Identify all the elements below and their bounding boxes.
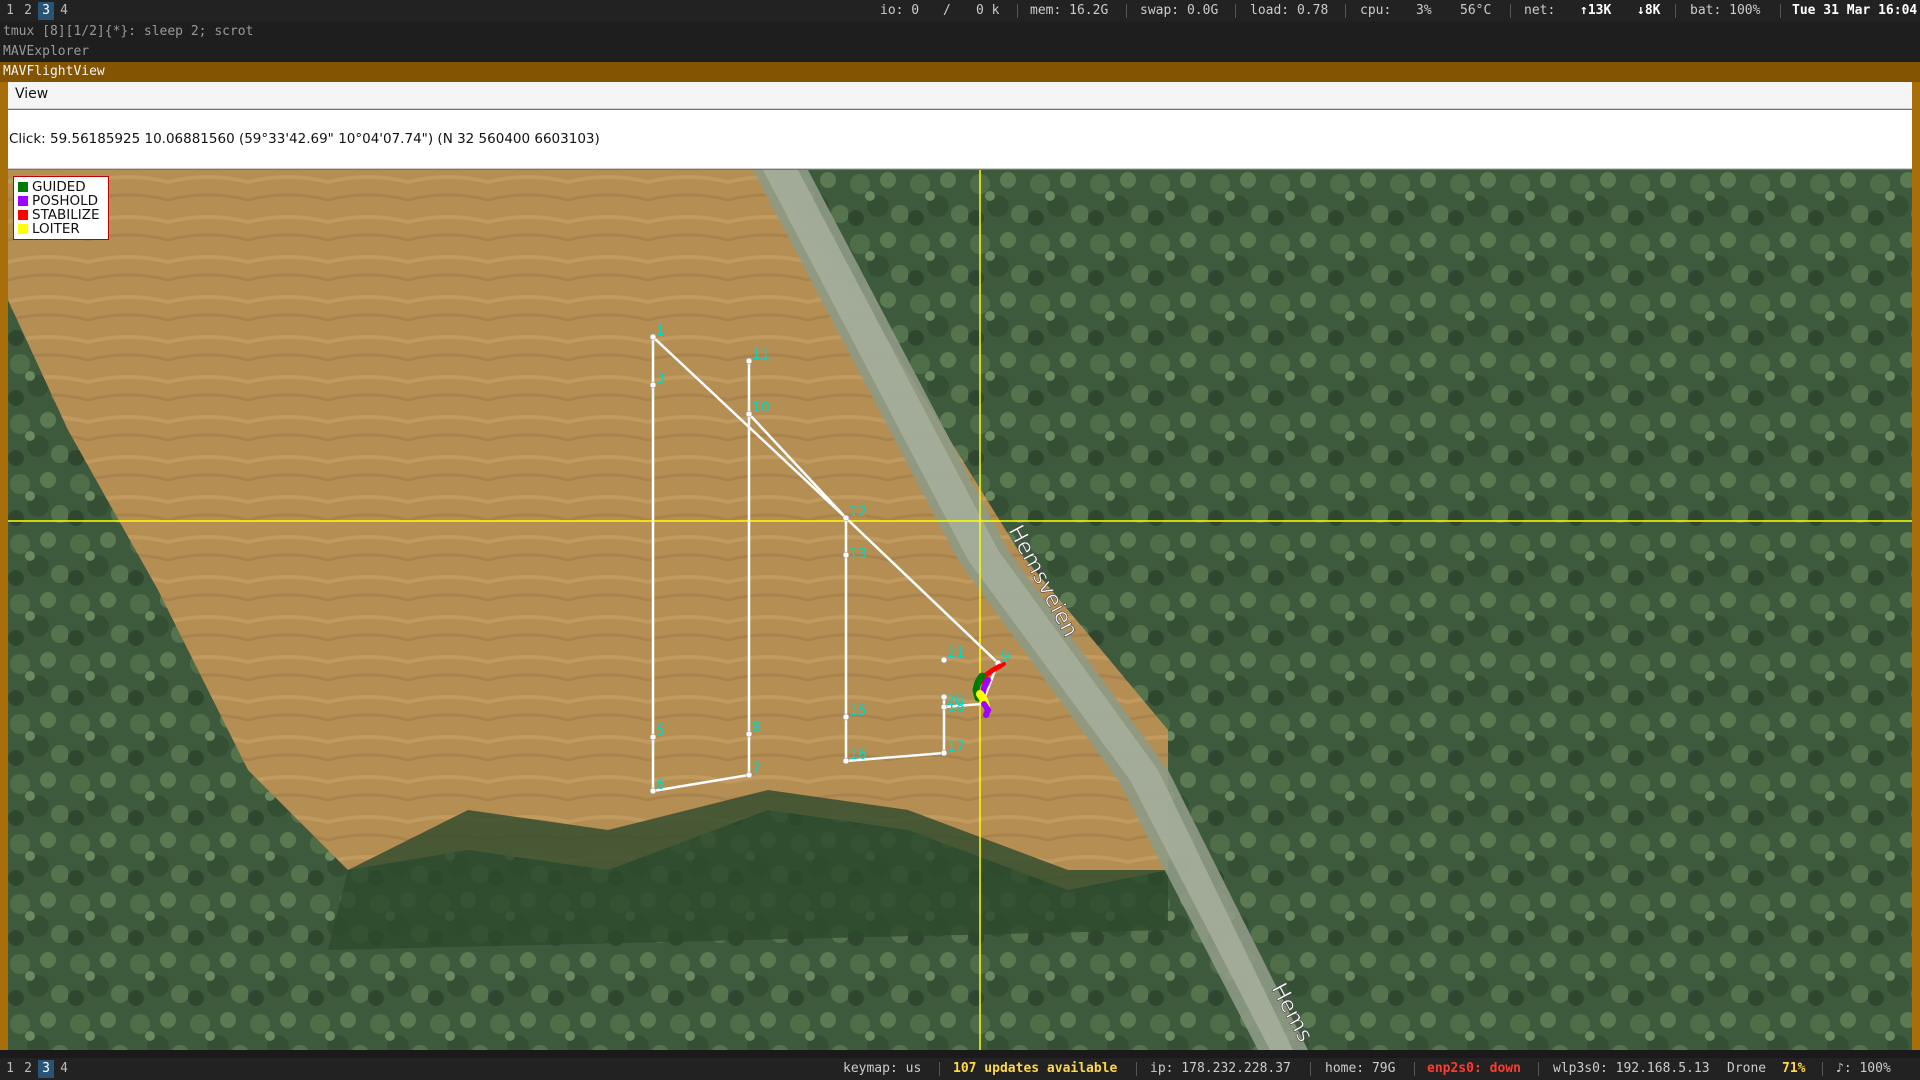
waypoint-label: 5: [656, 723, 665, 739]
ethernet-stat: enp2s0: down: [1427, 1061, 1521, 1076]
waypoint-label: 21: [947, 645, 965, 661]
mavexplorer-window-title[interactable]: MAVExplorer: [0, 42, 1920, 62]
tmux-window-title[interactable]: tmux [8][1/2]{*}: sleep 2; scrot: [0, 22, 1920, 42]
net-down: ↓8K: [1637, 3, 1661, 18]
cpu-label: cpu:: [1360, 3, 1392, 18]
temp-stat: 56°C: [1460, 3, 1492, 18]
workspace-2[interactable]: 2: [20, 1060, 36, 1078]
waypoint-label: 9: [1001, 649, 1010, 665]
mavflightview-window-title[interactable]: MAVFlightView: [0, 62, 1920, 82]
keymap-stat: keymap: us: [843, 1061, 922, 1076]
satellite-map[interactable]: Hemsveien Hems 1 3 5 6 7 8 9 10 11 12 13…: [8, 170, 1912, 1050]
drone-label: Drone: [1727, 1061, 1767, 1076]
net-up: ↑13K: [1580, 3, 1612, 18]
waypoint-label: 20: [946, 693, 964, 709]
stabilize-swatch: [18, 210, 28, 220]
workspace-1[interactable]: 1: [2, 1060, 18, 1078]
click-coordinates: Click: 59.56185925 10.06881560 (59°33'42…: [9, 131, 600, 147]
waypoint-label: 16: [849, 747, 867, 763]
waypoint-label: 11: [752, 347, 770, 363]
volume-stat: ♪: 100%: [1836, 1061, 1891, 1076]
workspace-4[interactable]: 4: [56, 2, 72, 20]
legend-label: LOITER: [32, 221, 80, 237]
workspace-3[interactable]: 3: [38, 2, 54, 20]
io-sep: /: [943, 3, 951, 18]
waypoint-label: 10: [752, 400, 770, 416]
io-label: io: 0: [880, 3, 920, 18]
waypoint-label: 15: [849, 703, 867, 719]
legend-label: POSHOLD: [32, 193, 99, 209]
waypoint-label: 1: [656, 323, 665, 339]
datetime: Tue 31 Mar 16:04: [1792, 3, 1918, 18]
cpu-value: 3%: [1416, 3, 1432, 18]
poshold-swatch: [18, 196, 28, 206]
workspace-3[interactable]: 3: [38, 1060, 54, 1078]
waypoint-label: 12: [849, 504, 867, 520]
waypoint-label: 8: [752, 720, 761, 736]
menu-bar: View: [8, 82, 1912, 109]
waypoint-label: 6: [656, 777, 665, 793]
home-disk-stat: home: 79G: [1325, 1061, 1396, 1076]
top-status-bar: 1 2 3 4 io: 0 / 0 k mem: 16.2G swap: 0.0…: [0, 0, 1920, 22]
wifi-stat: wlp3s0: 192.168.5.13: [1553, 1061, 1710, 1076]
swap-stat: swap: 0.0G: [1140, 3, 1219, 18]
view-menu[interactable]: View: [15, 86, 48, 102]
legend-label: STABILIZE: [32, 207, 100, 223]
waypoint-label: 17: [947, 739, 965, 755]
guided-swatch: [18, 182, 28, 192]
waypoint-label: 13: [849, 546, 867, 562]
drone-battery: 71%: [1782, 1061, 1806, 1076]
click-info-panel: Click: 59.56185925 10.06881560 (59°33'42…: [8, 110, 1912, 169]
map-canvas[interactable]: Hemsveien Hems 1 3 5 6 7 8 9 10 11 12 13…: [8, 170, 1912, 1050]
mem-stat: mem: 16.2G: [1030, 3, 1109, 18]
workspace-1[interactable]: 1: [2, 2, 18, 20]
waypoint-label: 3: [656, 371, 665, 387]
updates-stat[interactable]: 107 updates available: [953, 1058, 1117, 1080]
net-label: net:: [1524, 3, 1556, 18]
workspace-4[interactable]: 4: [56, 1060, 72, 1078]
waypoint-label: 7: [752, 761, 761, 777]
workspace-2[interactable]: 2: [20, 2, 36, 20]
io-k: 0 k: [976, 3, 1000, 18]
flight-mode-legend: GUIDED POSHOLD STABILIZE LOITER: [13, 176, 109, 240]
legend-label: GUIDED: [32, 179, 86, 195]
battery-stat: bat: 100%: [1690, 3, 1761, 18]
load-stat: load: 0.78: [1250, 3, 1329, 18]
ip-stat: ip: 178.232.228.37: [1150, 1061, 1291, 1076]
bottom-status-bar: 1 2 3 4 keymap: us 107 updates available…: [0, 1058, 1920, 1080]
loiter-swatch: [18, 224, 28, 234]
